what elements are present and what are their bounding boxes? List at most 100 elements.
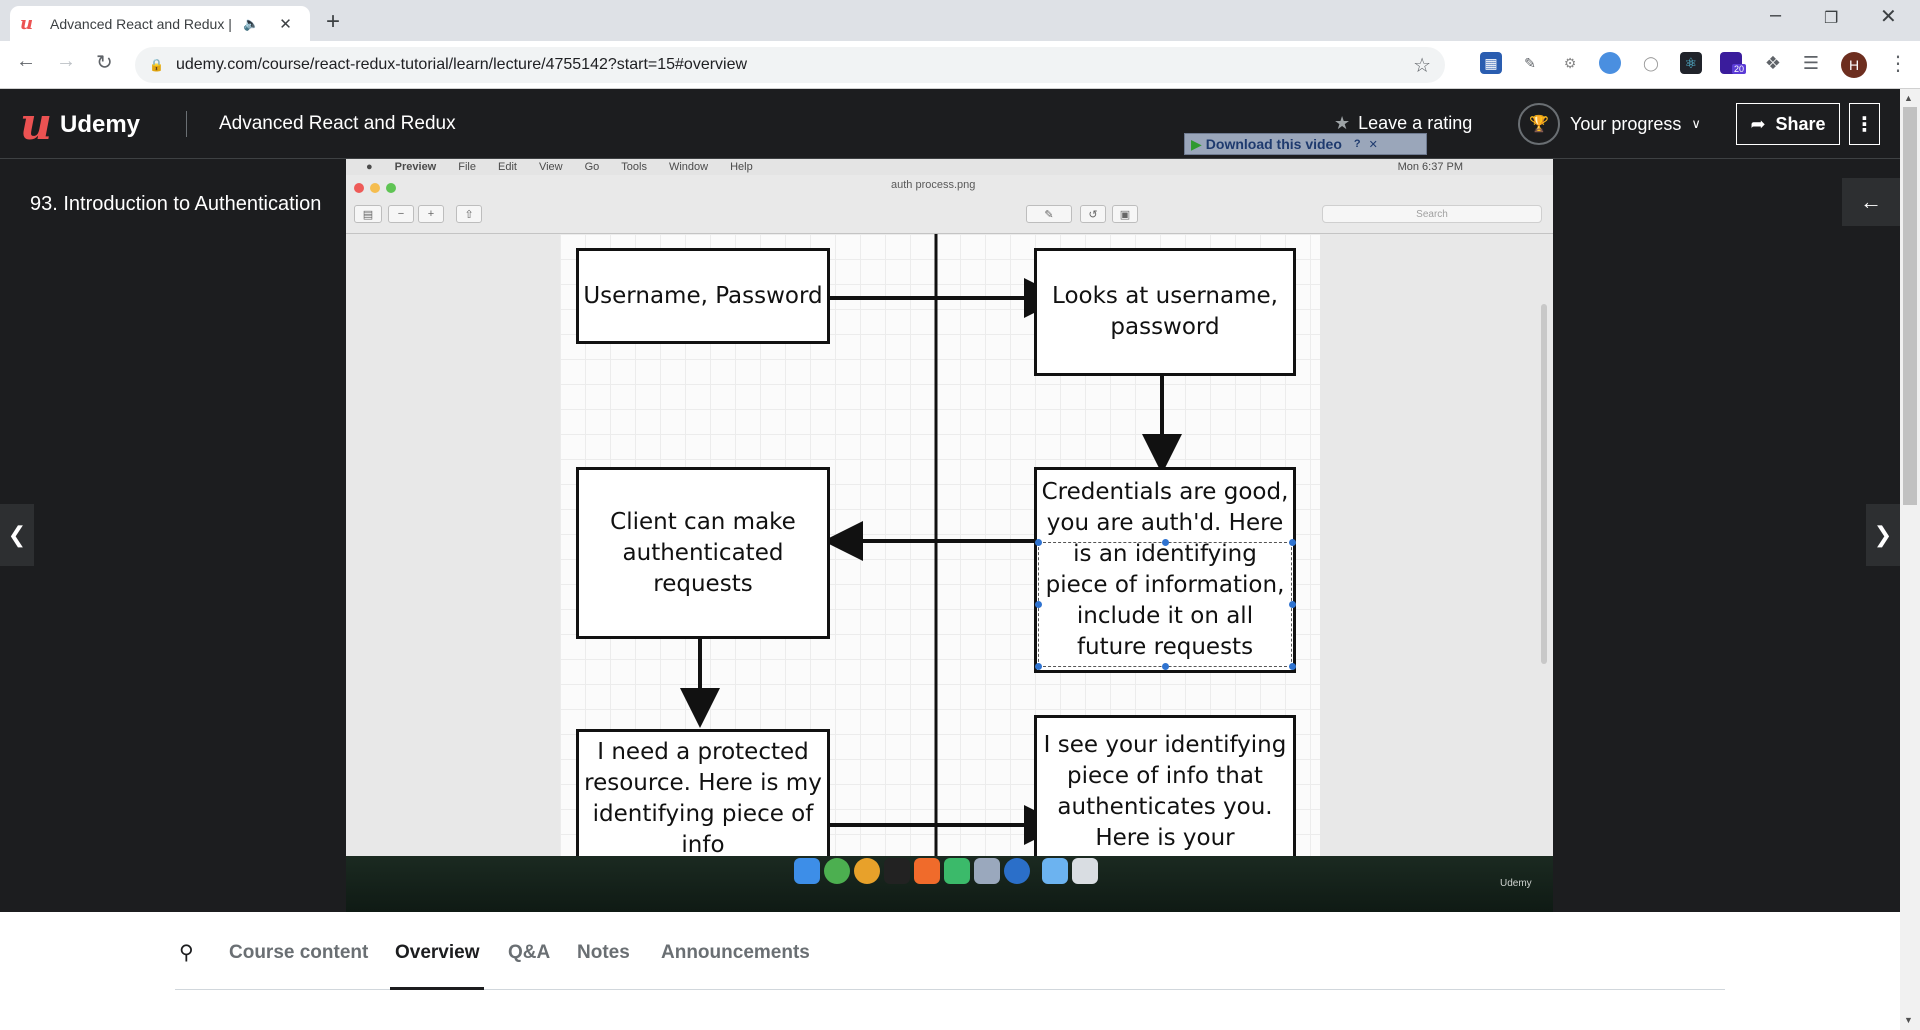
lock-icon[interactable]: 🔒 (149, 58, 164, 72)
browser-tab[interactable]: u Advanced React and Redux | 🔈 ✕ (10, 6, 310, 41)
gear-extension-icon[interactable]: ⚙ (1559, 52, 1581, 74)
tab-overview[interactable]: Overview (395, 942, 480, 964)
leave-rating-button[interactable]: ★ Leave a rating (1334, 113, 1472, 134)
share-arrow-icon: ➦ (1750, 113, 1766, 134)
selection-handle (1162, 539, 1169, 546)
close-tab-icon[interactable]: ✕ (279, 15, 292, 33)
scroll-up-icon[interactable]: ▲ (1904, 93, 1913, 103)
sidebar-toggle-icon: ▤ (354, 205, 382, 223)
scrollbar-thumb[interactable] (1903, 107, 1917, 505)
your-progress-label: Your progress (1570, 113, 1682, 134)
udemy-logo-icon: u (20, 99, 52, 150)
react-devtools-icon[interactable]: ⚛ (1680, 52, 1702, 74)
course-title[interactable]: Advanced React and Redux (219, 113, 456, 135)
download-video-button[interactable]: ▶ Download this video ? ✕ (1184, 133, 1427, 155)
address-bar[interactable]: 🔒 udemy.com/course/react-redux-tutorial/… (135, 47, 1445, 83)
share-label: Share (1775, 113, 1826, 134)
mac-menu-item: Window (668, 161, 709, 173)
restore-icon[interactable]: ❐ (1824, 8, 1838, 28)
scroll-down-icon[interactable]: ▼ (1904, 1015, 1913, 1025)
text-selection-box (1035, 539, 1296, 670)
leave-rating-label: Leave a rating (1358, 113, 1473, 133)
mac-clock: Mon 6:37 PM (1397, 161, 1463, 173)
mac-menu-item: Preview (394, 161, 437, 173)
preview-scrollbar (1541, 304, 1547, 664)
eyedropper-icon[interactable]: ✎ (1519, 52, 1541, 74)
mac-menu-item: Help (730, 161, 753, 173)
image-canvas: Username, Password Looks at username, pa… (346, 234, 1553, 869)
lecture-title: 93. Introduction to Authentication (30, 193, 322, 215)
tab-announcements[interactable]: Announcements (661, 942, 810, 964)
diagram-grid: Username, Password Looks at username, pa… (560, 234, 1320, 869)
preview-toolbar: auth process.png ▤ − + ⇧ ✎ ↺ ▣ Search (346, 175, 1553, 234)
search-icon[interactable]: ⚲ (179, 940, 194, 965)
sublime-icon (914, 858, 940, 884)
box-username-password: Username, Password (576, 248, 830, 344)
selection-handle (1035, 601, 1042, 608)
course-tabs: ⚲ Course content Overview Q&A Notes Anno… (175, 912, 1725, 990)
extension-grid-icon[interactable]: ▦ (1480, 52, 1502, 74)
trophy-icon: 🏆 (1518, 103, 1560, 145)
extensions-puzzle-icon[interactable]: ❖ (1762, 52, 1784, 74)
new-tab-icon[interactable]: + (326, 8, 340, 36)
browser-menu-icon[interactable]: ⋮ (1888, 51, 1908, 76)
minimize-icon[interactable]: – (1770, 4, 1781, 27)
zoom-in-icon: + (418, 205, 444, 223)
mac-zoom-dot (386, 183, 396, 193)
trash-icon (1072, 858, 1098, 884)
browser-toolbar: ← → ↻ 🔒 udemy.com/course/react-redux-tut… (0, 41, 1920, 89)
preview-icon (974, 858, 1000, 884)
reload-icon[interactable]: ↻ (96, 50, 113, 75)
tab-course-content[interactable]: Course content (229, 942, 368, 964)
extension-badge-icon[interactable]: 20 (1720, 52, 1747, 74)
tab-qa[interactable]: Q&A (508, 942, 550, 964)
mac-menu-item: Edit (497, 161, 517, 173)
safari-icon (824, 858, 850, 884)
back-icon[interactable]: ← (16, 50, 36, 73)
previous-lecture-button[interactable]: ❮ (0, 504, 34, 566)
share-box-icon: ⇧ (456, 205, 482, 223)
expand-sidebar-button[interactable]: ← (1842, 178, 1900, 226)
more-options-button[interactable]: ⋮ (1849, 103, 1880, 145)
udemy-logo[interactable]: u Udemy (20, 103, 140, 147)
page-scrollbar[interactable]: ▲ ▼ (1900, 89, 1920, 1030)
profile-avatar[interactable]: H (1841, 52, 1867, 78)
preview-file-name: auth process.png (891, 179, 976, 191)
course-tabs-area: ⚲ Course content Overview Q&A Notes Anno… (0, 912, 1900, 1030)
audio-playing-icon[interactable]: 🔈 (243, 16, 259, 32)
video-player[interactable]: 93. Introduction to Authentication ← ❮ ❯… (0, 159, 1900, 912)
selection-handle (1289, 601, 1296, 608)
download-video-label: Download this video (1205, 136, 1342, 152)
zoom-out-icon: − (388, 205, 414, 223)
extension-blue-icon[interactable] (1599, 52, 1621, 74)
close-window-icon[interactable]: ✕ (1880, 4, 1897, 29)
selection-handle (1289, 539, 1296, 546)
share-button[interactable]: ➦ Share (1736, 103, 1840, 145)
mac-menu-item: View (538, 161, 563, 173)
video-frame[interactable]: ● Preview File Edit View Go Tools Window… (346, 159, 1553, 912)
udemy-watermark: Udemy (1500, 878, 1532, 889)
extension-clock-icon[interactable]: ◯ (1640, 52, 1662, 74)
mac-menu-bar: ● Preview File Edit View Go Tools Window… (346, 159, 1553, 175)
toolbox-icon: ▣ (1112, 205, 1138, 223)
selection-handle (1035, 539, 1042, 546)
selection-handle (1162, 663, 1169, 670)
udemy-header: u Udemy Advanced React and Redux ★ Leave … (0, 89, 1900, 159)
reading-list-icon[interactable]: ☰ (1800, 52, 1822, 74)
box-identifying-info: I see your identifying piece of info tha… (1034, 715, 1296, 869)
forward-icon[interactable]: → (56, 50, 76, 73)
box-client-authenticated: Client can make authenticated requests (576, 467, 830, 639)
tab-title: Advanced React and Redux | (50, 15, 232, 32)
mac-dock: Udemy (346, 856, 1553, 912)
bookmark-star-icon[interactable]: ☆ (1413, 53, 1431, 78)
next-lecture-button[interactable]: ❯ (1866, 504, 1900, 566)
mac-menu-item: File (458, 161, 476, 173)
header-divider (186, 111, 187, 137)
close-overlay-icon[interactable]: ✕ (1369, 138, 1378, 151)
star-icon: ★ (1334, 113, 1351, 133)
your-progress-button[interactable]: 🏆 Your progress ∨ (1518, 103, 1701, 145)
url-text: udemy.com/course/react-redux-tutorial/le… (175, 56, 748, 73)
mac-menu-item: Tools (621, 161, 647, 173)
tab-notes[interactable]: Notes (577, 942, 630, 964)
help-icon[interactable]: ? (1354, 138, 1361, 150)
